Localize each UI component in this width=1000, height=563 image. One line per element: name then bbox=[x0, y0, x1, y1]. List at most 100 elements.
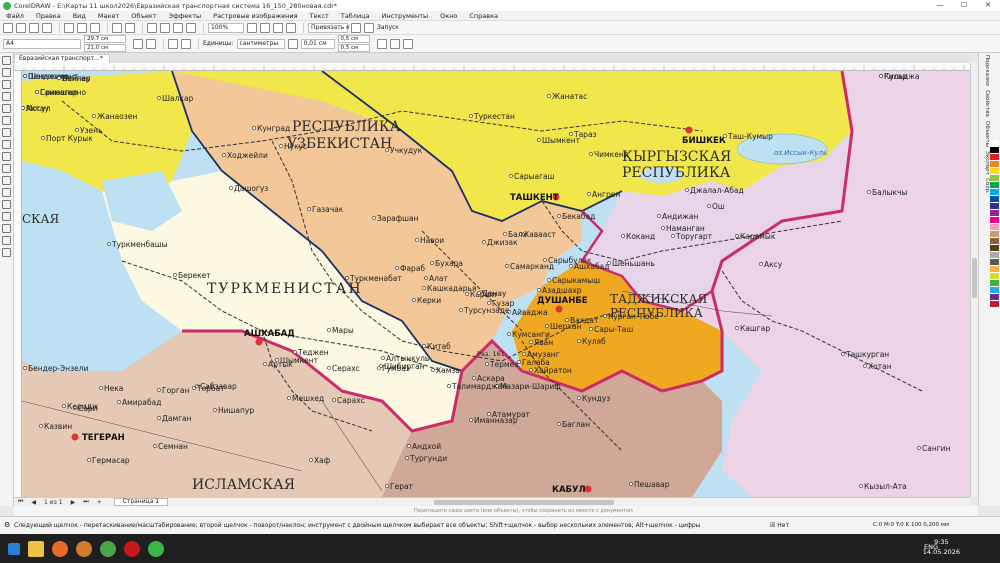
search-content-icon[interactable] bbox=[147, 22, 157, 33]
page-size-dropdown[interactable]: A4 bbox=[3, 38, 81, 49]
rectangle-tool-icon[interactable] bbox=[2, 128, 11, 137]
first-page-button[interactable]: ⏮ bbox=[14, 498, 27, 506]
crop-tool-icon[interactable] bbox=[2, 80, 11, 89]
full-screen-icon[interactable] bbox=[247, 22, 257, 33]
copy-icon[interactable] bbox=[77, 22, 87, 33]
docker-export[interactable]: Экспорт bbox=[981, 151, 990, 175]
vertical-scroll-thumb[interactable] bbox=[972, 258, 977, 298]
stroke-indicator[interactable]: C:0 M:0 Y:0 K:100 0,200 мм bbox=[873, 522, 949, 528]
next-page-button[interactable]: ▶ bbox=[67, 499, 80, 506]
open-icon[interactable] bbox=[16, 22, 26, 33]
palette-swatch[interactable] bbox=[990, 224, 999, 231]
page-tab-1[interactable]: Страница 1 bbox=[113, 498, 169, 506]
menu-help[interactable]: Справка bbox=[463, 12, 504, 20]
ellipse-tool-icon[interactable] bbox=[2, 140, 11, 149]
nudge-distance-field[interactable]: 0,01 см bbox=[300, 38, 335, 49]
palette-swatch[interactable] bbox=[990, 273, 999, 280]
page-width-field[interactable]: 29,7 см bbox=[84, 34, 126, 43]
palette-swatch[interactable] bbox=[990, 175, 999, 182]
page-height-field[interactable]: 21,0 см bbox=[84, 43, 126, 52]
palette-swatch[interactable] bbox=[990, 280, 999, 287]
guidelines-icon[interactable] bbox=[286, 22, 296, 33]
pick-tool-icon[interactable] bbox=[2, 56, 11, 65]
portrait-icon[interactable] bbox=[133, 38, 143, 49]
all-pages-icon[interactable] bbox=[168, 38, 178, 49]
palette-swatch[interactable] bbox=[990, 238, 999, 245]
print-icon[interactable] bbox=[42, 22, 52, 33]
export-icon[interactable] bbox=[173, 22, 183, 33]
smart-fill-icon[interactable] bbox=[2, 248, 11, 257]
docker-save[interactable]: Сохр. bbox=[981, 178, 990, 194]
opera-icon[interactable] bbox=[124, 540, 140, 557]
grid-icon[interactable] bbox=[273, 22, 283, 33]
snap-to-dropdown[interactable]: Привязать к bbox=[308, 22, 350, 33]
cut-icon[interactable] bbox=[64, 22, 74, 33]
palette-swatch[interactable] bbox=[990, 154, 999, 161]
close-button[interactable]: ✕ bbox=[976, 0, 1000, 11]
palette-swatch[interactable] bbox=[990, 245, 999, 252]
document-tab[interactable]: Евразийская транспорт...* bbox=[14, 54, 110, 63]
gear-icon[interactable] bbox=[351, 22, 361, 33]
palette-swatch[interactable] bbox=[990, 252, 999, 259]
menu-bitmaps[interactable]: Растровые изображения bbox=[207, 12, 303, 20]
menu-table[interactable]: Таблица bbox=[335, 12, 376, 20]
palette-swatch[interactable] bbox=[990, 161, 999, 168]
maximize-button[interactable]: ☐ bbox=[952, 0, 976, 11]
launch-label[interactable]: Запуск bbox=[377, 24, 399, 31]
menu-window[interactable]: Окно bbox=[434, 12, 463, 20]
menu-object[interactable]: Объект bbox=[125, 12, 162, 20]
palette-swatch[interactable] bbox=[990, 231, 999, 238]
horizontal-ruler[interactable] bbox=[14, 63, 970, 71]
interactive-fill-icon[interactable] bbox=[2, 236, 11, 245]
palette-swatch[interactable] bbox=[990, 210, 999, 217]
undo-icon[interactable] bbox=[112, 22, 122, 33]
eyedropper-icon[interactable] bbox=[2, 224, 11, 233]
horizontal-scroll-thumb[interactable] bbox=[434, 500, 614, 505]
launch-icon[interactable] bbox=[364, 22, 374, 33]
prev-page-button[interactable]: ◀ bbox=[27, 499, 40, 506]
save-icon[interactable] bbox=[29, 22, 39, 33]
vertical-scrollbar[interactable] bbox=[970, 63, 978, 497]
drop-shadow-icon[interactable] bbox=[2, 200, 11, 209]
publish-pdf-icon[interactable] bbox=[186, 22, 196, 33]
media-player-icon[interactable] bbox=[76, 540, 92, 557]
text-tool-icon[interactable] bbox=[2, 164, 11, 173]
palette-swatch[interactable] bbox=[990, 259, 999, 266]
new-document-icon[interactable] bbox=[3, 22, 13, 33]
page-border-icon[interactable] bbox=[389, 38, 400, 49]
duplicate-x-field[interactable]: 0,5 см bbox=[337, 34, 370, 43]
explorer-icon[interactable] bbox=[28, 540, 44, 557]
palette-swatch[interactable] bbox=[990, 147, 999, 154]
coreldraw-taskbar-icon[interactable] bbox=[148, 540, 164, 557]
duplicate-y-field[interactable]: 0,5 см bbox=[337, 43, 370, 52]
chrome-icon[interactable] bbox=[100, 540, 116, 557]
docker-properties[interactable]: Свойства bbox=[981, 90, 990, 117]
paste-icon[interactable] bbox=[90, 22, 100, 33]
palette-swatch[interactable] bbox=[990, 266, 999, 273]
current-page-icon[interactable] bbox=[181, 38, 191, 49]
menu-effects[interactable]: Эффекты bbox=[163, 12, 208, 20]
zoom-level-field[interactable]: 100% bbox=[208, 22, 244, 33]
menu-file[interactable]: Файл bbox=[0, 12, 30, 20]
palette-swatch[interactable] bbox=[990, 189, 999, 196]
minimize-button[interactable]: — bbox=[928, 0, 952, 11]
palette-swatch[interactable] bbox=[990, 301, 999, 308]
vertical-ruler[interactable] bbox=[14, 71, 22, 497]
palette-swatch[interactable] bbox=[990, 140, 999, 147]
menu-edit[interactable]: Правка bbox=[30, 12, 67, 20]
docker-hints[interactable]: Подсказки bbox=[981, 55, 990, 86]
parallel-dimension-icon[interactable] bbox=[2, 176, 11, 185]
docker-objects[interactable]: Объекты bbox=[981, 121, 990, 147]
import-icon[interactable] bbox=[160, 22, 170, 33]
palette-swatch[interactable] bbox=[990, 196, 999, 203]
connector-tool-icon[interactable] bbox=[2, 188, 11, 197]
menu-tools[interactable]: Инструменты bbox=[376, 12, 435, 20]
drawing-canvas[interactable]: РЕСПУБЛИКА УЗБЕКИСТАН ТУРКМЕНИСТАН КЫРГЫ… bbox=[22, 71, 970, 497]
palette-swatch[interactable] bbox=[990, 287, 999, 294]
menu-layout[interactable]: Макет bbox=[92, 12, 125, 20]
palette-swatch[interactable] bbox=[990, 294, 999, 301]
menu-view[interactable]: Вид bbox=[67, 12, 92, 20]
treat-as-filled-icon[interactable] bbox=[376, 38, 387, 49]
freehand-tool-icon[interactable] bbox=[2, 104, 11, 113]
shape-tool-icon[interactable] bbox=[2, 68, 11, 77]
